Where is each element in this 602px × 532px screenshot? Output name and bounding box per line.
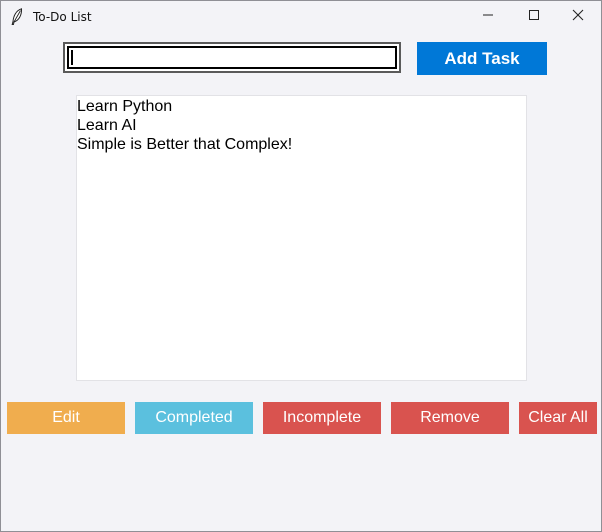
edit-button[interactable]: Edit [7, 402, 125, 434]
task-listbox[interactable]: Learn Python Learn AI Simple is Better t… [76, 95, 527, 381]
close-icon [572, 8, 584, 26]
add-task-button[interactable]: Add Task [417, 42, 547, 75]
title-bar: To-Do List [1, 1, 601, 32]
minimize-button[interactable] [465, 1, 511, 32]
maximize-button[interactable] [511, 1, 557, 32]
maximize-icon [528, 8, 540, 26]
app-window: To-Do List Add Task Learn Python Learn A… [0, 0, 602, 532]
remove-button[interactable]: Remove [391, 402, 509, 434]
completed-button[interactable]: Completed [135, 402, 253, 434]
text-caret [71, 50, 73, 65]
task-input[interactable] [63, 42, 401, 73]
task-list-item[interactable]: Learn Python [77, 97, 526, 116]
incomplete-button[interactable]: Incomplete [263, 402, 381, 434]
task-input-field[interactable] [67, 46, 397, 69]
task-list-item[interactable]: Learn AI [77, 116, 526, 135]
minimize-icon [482, 8, 494, 26]
task-list-item[interactable]: Simple is Better that Complex! [77, 135, 526, 154]
clear-all-button[interactable]: Clear All [519, 402, 597, 434]
window-title: To-Do List [33, 10, 92, 24]
feather-icon [11, 8, 23, 26]
close-button[interactable] [555, 1, 601, 32]
